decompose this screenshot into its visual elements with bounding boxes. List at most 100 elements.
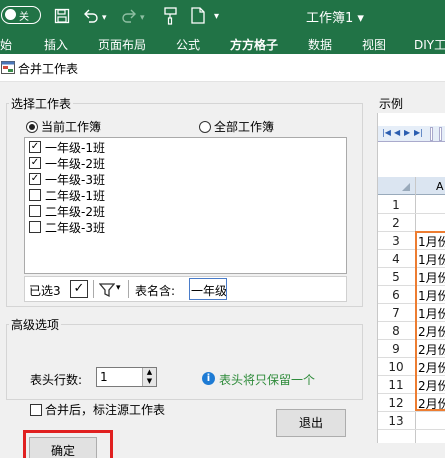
tab-page-layout[interactable]: 页面布局 — [98, 36, 146, 53]
dialog-title: 合并工作表 — [18, 62, 79, 76]
dialog-title-bar: 合并工作表 — [0, 54, 445, 82]
divider — [128, 280, 129, 298]
row-number: 10 — [388, 360, 404, 374]
sheet-checkbox[interactable]: ✓ — [29, 157, 41, 169]
sheet-next-icon: ▶ — [404, 128, 411, 137]
sheet-checkbox[interactable] — [29, 205, 41, 217]
list-item[interactable]: ✓ 一年级-1班 — [29, 139, 105, 155]
sheet-first-icon: |◀ — [382, 128, 391, 137]
format-painter-icon[interactable] — [164, 7, 178, 25]
stepper-up-button[interactable]: ▲ — [142, 368, 156, 377]
merged-data-highlight — [415, 231, 445, 411]
stepper-down-button[interactable]: ▼ — [142, 377, 156, 386]
select-sheets-label: 选择工作表 — [9, 95, 74, 112]
row-number: 2 — [392, 216, 400, 230]
radio-current-workbook[interactable]: 当前工作簿 — [26, 118, 101, 135]
mark-source-checkbox[interactable] — [30, 403, 42, 416]
info-icon: i — [202, 372, 215, 385]
row-number: 6 — [392, 288, 400, 302]
preview-row: 1 — [378, 196, 445, 214]
select-all-corner — [402, 183, 410, 191]
list-item[interactable]: 二年级-3班 — [29, 219, 105, 235]
row-number: 8 — [392, 324, 400, 338]
advanced-options-label: 高级选项 — [9, 316, 62, 333]
sheet-list[interactable]: ✓ 一年级-1班 ✓ 一年级-2班 ✓ 一年级-3班 二年级-1班 二年级-2班… — [24, 137, 347, 274]
sheet-label: 一年级-3班 — [45, 172, 105, 187]
tab-home[interactable]: 开始 — [0, 36, 12, 53]
preview-row: 13 — [378, 412, 445, 430]
undo-icon[interactable] — [82, 8, 100, 24]
save-icon[interactable] — [54, 8, 70, 24]
sheet-label: 二年级-3班 — [45, 220, 105, 235]
autosave-toggle[interactable]: 关 — [1, 6, 41, 24]
column-header-row — [378, 177, 445, 195]
filter-icon[interactable] — [99, 282, 115, 298]
sheet-tab-stub — [430, 127, 433, 141]
workbook-title: 工作簿1 ▾ — [306, 11, 364, 26]
radio-all-workbooks[interactable]: 全部工作簿 — [199, 118, 274, 135]
radio-current-label: 当前工作簿 — [41, 120, 102, 134]
info-text: 表头将只保留一个 — [219, 373, 316, 387]
tab-data[interactable]: 数据 — [308, 36, 332, 53]
redo-dropdown-icon[interactable]: ▾ — [140, 10, 145, 26]
sheet-label: 二年级-1班 — [45, 188, 105, 203]
header-rows-stepper[interactable]: 1 ▲ ▼ — [96, 367, 157, 387]
row-number: 3 — [392, 234, 400, 248]
ok-button[interactable]: 确定 — [29, 437, 97, 458]
sheet-prev-icon: ◀ — [394, 128, 401, 137]
row-number: 11 — [388, 378, 404, 392]
tab-fangfang-gezi[interactable]: 方方格子 — [230, 36, 278, 53]
row-number: 1 — [392, 198, 400, 212]
row-number: 4 — [392, 252, 400, 266]
autosave-label: 关 — [19, 12, 29, 23]
selected-count: 已选3 — [29, 284, 61, 298]
example-preview: |◀ ◀ ▶ ▶| A 1 2 3 1月份 4 1月份 5 1月份 6 1月份 7 1月份 8 2月份 9 2… — [377, 113, 445, 443]
sheet-checkbox[interactable]: ✓ — [29, 141, 41, 153]
sheet-label: 二年级-2班 — [45, 204, 105, 219]
preview-row: 2 — [378, 214, 445, 232]
name-contains-input[interactable]: 一年级 — [189, 278, 227, 300]
sheet-last-icon: ▶| — [414, 128, 423, 137]
row-number: 9 — [392, 342, 400, 356]
sheet-checkbox[interactable] — [29, 189, 41, 201]
list-item[interactable]: 二年级-2班 — [29, 203, 105, 219]
header-rows-value[interactable]: 1 — [100, 370, 108, 384]
list-item[interactable]: 二年级-1班 — [29, 187, 105, 203]
advanced-options-group — [6, 324, 363, 400]
row-number: 7 — [392, 306, 400, 320]
divider — [93, 280, 94, 298]
redo-icon[interactable] — [120, 8, 138, 24]
row-number: 5 — [392, 270, 400, 284]
sheet-label: 一年级-2班 — [45, 156, 105, 171]
filter-dropdown-icon[interactable]: ▾ — [116, 283, 121, 293]
radio-all-indicator[interactable] — [199, 120, 211, 133]
customize-toolbar-icon[interactable]: ▾ — [214, 9, 219, 25]
name-contains-label: 表名含: — [135, 284, 176, 298]
mark-source-label: 合并后，标注源工作表 — [45, 403, 166, 417]
sheet-checkbox[interactable]: ✓ — [29, 173, 41, 185]
list-item[interactable]: ✓ 一年级-2班 — [29, 155, 105, 171]
toggle-knob — [5, 9, 16, 20]
ribbon-tabs: 开始 插入 页面布局 公式 方方格子 数据 视图 DIY工 — [0, 32, 445, 54]
column-header: A — [436, 180, 444, 193]
tab-view[interactable]: 视图 — [362, 36, 386, 53]
excel-title-bar: 关 ▾ ▾ ▾ 工作簿1 ▾ — [0, 0, 445, 32]
sheet-tab-stub — [439, 127, 442, 141]
tab-insert[interactable]: 插入 — [44, 36, 68, 53]
tab-formulas[interactable]: 公式 — [176, 36, 200, 53]
undo-dropdown-icon[interactable]: ▾ — [102, 10, 107, 26]
exit-button[interactable]: 退出 — [276, 409, 346, 437]
radio-all-label: 全部工作簿 — [214, 120, 275, 134]
select-all-checkbox[interactable]: ✓ — [70, 280, 88, 298]
example-label: 示例 — [379, 97, 404, 111]
tab-diy[interactable]: DIY工 — [414, 36, 445, 53]
list-item[interactable]: ✓ 一年级-3班 — [29, 171, 105, 187]
radio-current-indicator[interactable] — [26, 120, 38, 133]
mark-source-option[interactable]: 合并后，标注源工作表 — [30, 401, 165, 418]
sheet-checkbox[interactable] — [29, 221, 41, 233]
file-icon[interactable] — [191, 7, 205, 24]
row-number: 12 — [388, 396, 404, 410]
filter-toolbar: 已选3 ✓ ▾ 表名含: 一年级 — [24, 276, 347, 302]
merge-sheets-icon — [1, 61, 15, 74]
row-number: 13 — [388, 414, 404, 428]
